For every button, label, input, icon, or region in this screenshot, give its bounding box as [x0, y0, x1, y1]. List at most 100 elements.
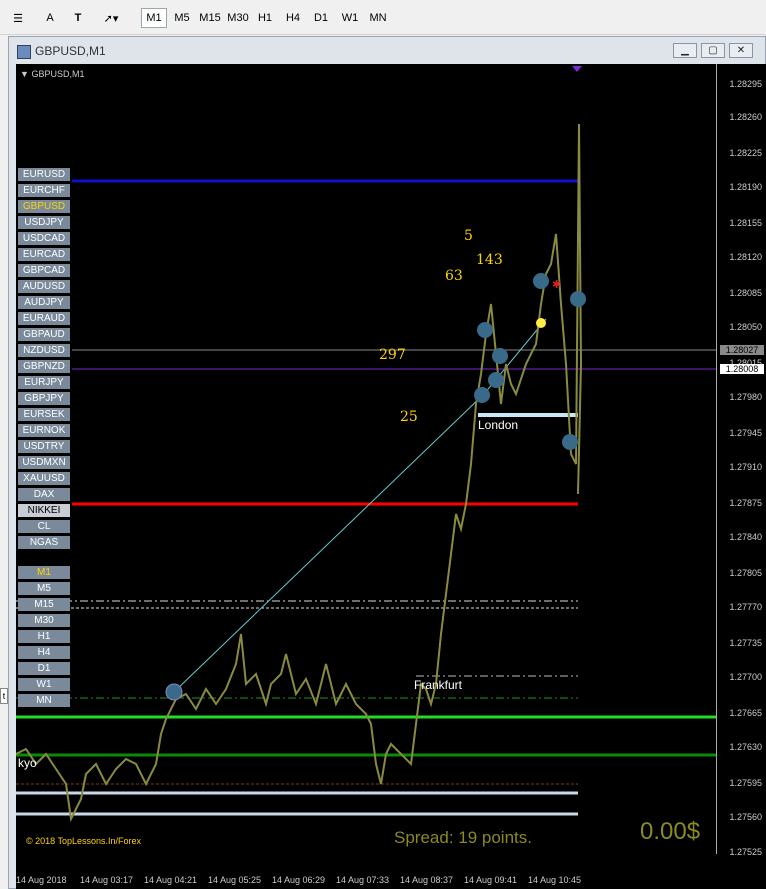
signal-marker: [492, 348, 508, 364]
copyright-text: © 2018 TopLessons.In/Forex: [26, 836, 142, 846]
chart-canvas: ✱: [16, 66, 716, 823]
maximize-button[interactable]: ▢: [701, 43, 725, 58]
signal-marker: [533, 273, 549, 289]
price-tick: 1.27770: [729, 602, 762, 612]
symbol-button-cl[interactable]: CL: [18, 520, 70, 533]
toolbar-tf-h1[interactable]: H1: [252, 8, 278, 28]
price-tick: 1.27630: [729, 742, 762, 752]
price-tick: 1.28225: [729, 148, 762, 158]
timeframe-button-d1[interactable]: D1: [18, 662, 70, 675]
count-label-297: 297: [379, 347, 406, 363]
symbol-button-nzdusd[interactable]: NZDUSD: [18, 344, 70, 357]
symbol-button-eurusd[interactable]: EURUSD: [18, 168, 70, 181]
symbol-button-usdtry[interactable]: USDTRY: [18, 440, 70, 453]
symbol-button-audusd[interactable]: AUDUSD: [18, 280, 70, 293]
timeframe-button-m1[interactable]: M1: [18, 566, 70, 579]
price-series: [16, 123, 583, 823]
timeframe-button-h4[interactable]: H4: [18, 646, 70, 659]
count-label-5: 5: [464, 228, 473, 244]
timeframe-button-m5[interactable]: M5: [18, 582, 70, 595]
chart-window-icon: [17, 45, 31, 59]
toolbar: ☰ A T ➚▾ M1 M5 M15 M30 H1 H4 D1 W1 MN: [0, 0, 766, 35]
symbol-button-euraud[interactable]: EURAUD: [18, 312, 70, 325]
chart-symbol-label: ▼ GBPUSD,M1: [20, 69, 84, 79]
symbol-button-usdjpy[interactable]: USDJPY: [18, 216, 70, 229]
signal-marker: [488, 372, 504, 388]
time-tick: 14 Aug 2018: [16, 875, 67, 885]
toolbar-tf-m15[interactable]: M15: [196, 8, 224, 28]
symbol-button-eursek[interactable]: EURSEK: [18, 408, 70, 421]
price-tick: 1.28155: [729, 218, 762, 228]
timeframe-button-mn[interactable]: MN: [18, 694, 70, 707]
minimize-button[interactable]: ▁: [673, 43, 697, 58]
chart-area[interactable]: ✱ ▼ GBPUSD,M1 5 143 63 297 25 London Fra…: [16, 64, 766, 889]
time-tick: 14 Aug 05:25: [208, 875, 262, 885]
price-tick: 1.27700: [729, 672, 762, 682]
price-tick: 1.27805: [729, 568, 762, 578]
signal-marker: [570, 291, 586, 307]
symbol-button-dax[interactable]: DAX: [18, 488, 70, 501]
time-tick: 14 Aug 06:29: [272, 875, 326, 885]
timeframe-button-m15[interactable]: M15: [18, 598, 70, 611]
session-frankfurt-label: Frankfurt: [414, 678, 463, 692]
window-titlebar[interactable]: GBPUSD,M1 ▁ ▢ ✕: [9, 37, 765, 65]
window-title: GBPUSD,M1: [35, 44, 106, 58]
toolbar-tf-m5[interactable]: M5: [169, 8, 195, 28]
symbol-button-eurjpy[interactable]: EURJPY: [18, 376, 70, 389]
symbol-button-xauusd[interactable]: XAUUSD: [18, 472, 70, 485]
toolbar-tf-mn[interactable]: MN: [365, 8, 391, 28]
time-tick: 14 Aug 08:37: [400, 875, 454, 885]
toolbar-tf-d1[interactable]: D1: [308, 8, 334, 28]
symbol-button-eurcad[interactable]: EURCAD: [18, 248, 70, 261]
time-tick: 14 Aug 10:45: [528, 875, 582, 885]
symbol-button-nikkei[interactable]: NIKKEI: [18, 504, 70, 517]
chart-symbol-text: GBPUSD,M1: [31, 69, 85, 79]
signal-marker: [165, 683, 183, 701]
time-tick: 14 Aug 09:41: [464, 875, 518, 885]
timeframe-button-h1[interactable]: H1: [18, 630, 70, 643]
signal-marker: [474, 387, 490, 403]
price-label-current: 1.28008: [720, 364, 764, 374]
text-tool-icon[interactable]: T: [68, 8, 88, 28]
close-button[interactable]: ✕: [729, 43, 753, 58]
timeframe-button-m30[interactable]: M30: [18, 614, 70, 627]
time-tick: 14 Aug 07:33: [336, 875, 390, 885]
crosshair-icon[interactable]: ☰: [8, 8, 28, 28]
symbol-button-gbpaud[interactable]: GBPAUD: [18, 328, 70, 341]
trend-line: [173, 393, 485, 693]
red-star-marker: ✱: [552, 279, 561, 291]
symbol-button-usdmxn[interactable]: USDMXN: [18, 456, 70, 469]
timeframe-button-w1[interactable]: W1: [18, 678, 70, 691]
symbol-button-eurchf[interactable]: EURCHF: [18, 184, 70, 197]
toolbar-tf-h4[interactable]: H4: [280, 8, 306, 28]
price-tick: 1.27945: [729, 428, 762, 438]
symbol-button-audjpy[interactable]: AUDJPY: [18, 296, 70, 309]
yellow-dot-marker: [536, 318, 546, 328]
toolbar-tf-m1[interactable]: M1: [141, 8, 167, 28]
arrow-tool-icon[interactable]: ➚▾: [96, 8, 126, 28]
price-tick: 1.28085: [729, 288, 762, 298]
time-tick: 14 Aug 03:17: [80, 875, 134, 885]
signal-marker: [562, 434, 578, 450]
price-axis[interactable]: 1.28295 1.28260 1.28225 1.28190 1.28155 …: [716, 64, 766, 889]
signal-markers: ✱: [165, 273, 586, 701]
symbol-button-gbpjpy[interactable]: GBPJPY: [18, 392, 70, 405]
symbol-button-usdcad[interactable]: USDCAD: [18, 232, 70, 245]
future-marker-icon: [572, 66, 582, 72]
symbol-button-gbpusd[interactable]: GBPUSD: [18, 200, 70, 213]
price-tick: 1.27595: [729, 778, 762, 788]
symbol-button-eurnok[interactable]: EURNOK: [18, 424, 70, 437]
side-tab[interactable]: t: [0, 688, 8, 704]
price-tick: 1.27875: [729, 498, 762, 508]
symbol-button-gbpnzd[interactable]: GBPNZD: [18, 360, 70, 373]
text-label-a-icon[interactable]: A: [40, 8, 60, 28]
price-tick: 1.28120: [729, 252, 762, 262]
toolbar-tf-w1[interactable]: W1: [337, 8, 363, 28]
price-tick: 1.28295: [729, 79, 762, 89]
toolbar-tf-m30[interactable]: M30: [224, 8, 252, 28]
symbol-button-ngas[interactable]: NGAS: [18, 536, 70, 549]
price-tick: 1.27910: [729, 462, 762, 472]
time-tick: 14 Aug 04:21: [144, 875, 198, 885]
symbol-button-gbpcad[interactable]: GBPCAD: [18, 264, 70, 277]
chart-menu-icon[interactable]: ▼: [20, 69, 29, 79]
